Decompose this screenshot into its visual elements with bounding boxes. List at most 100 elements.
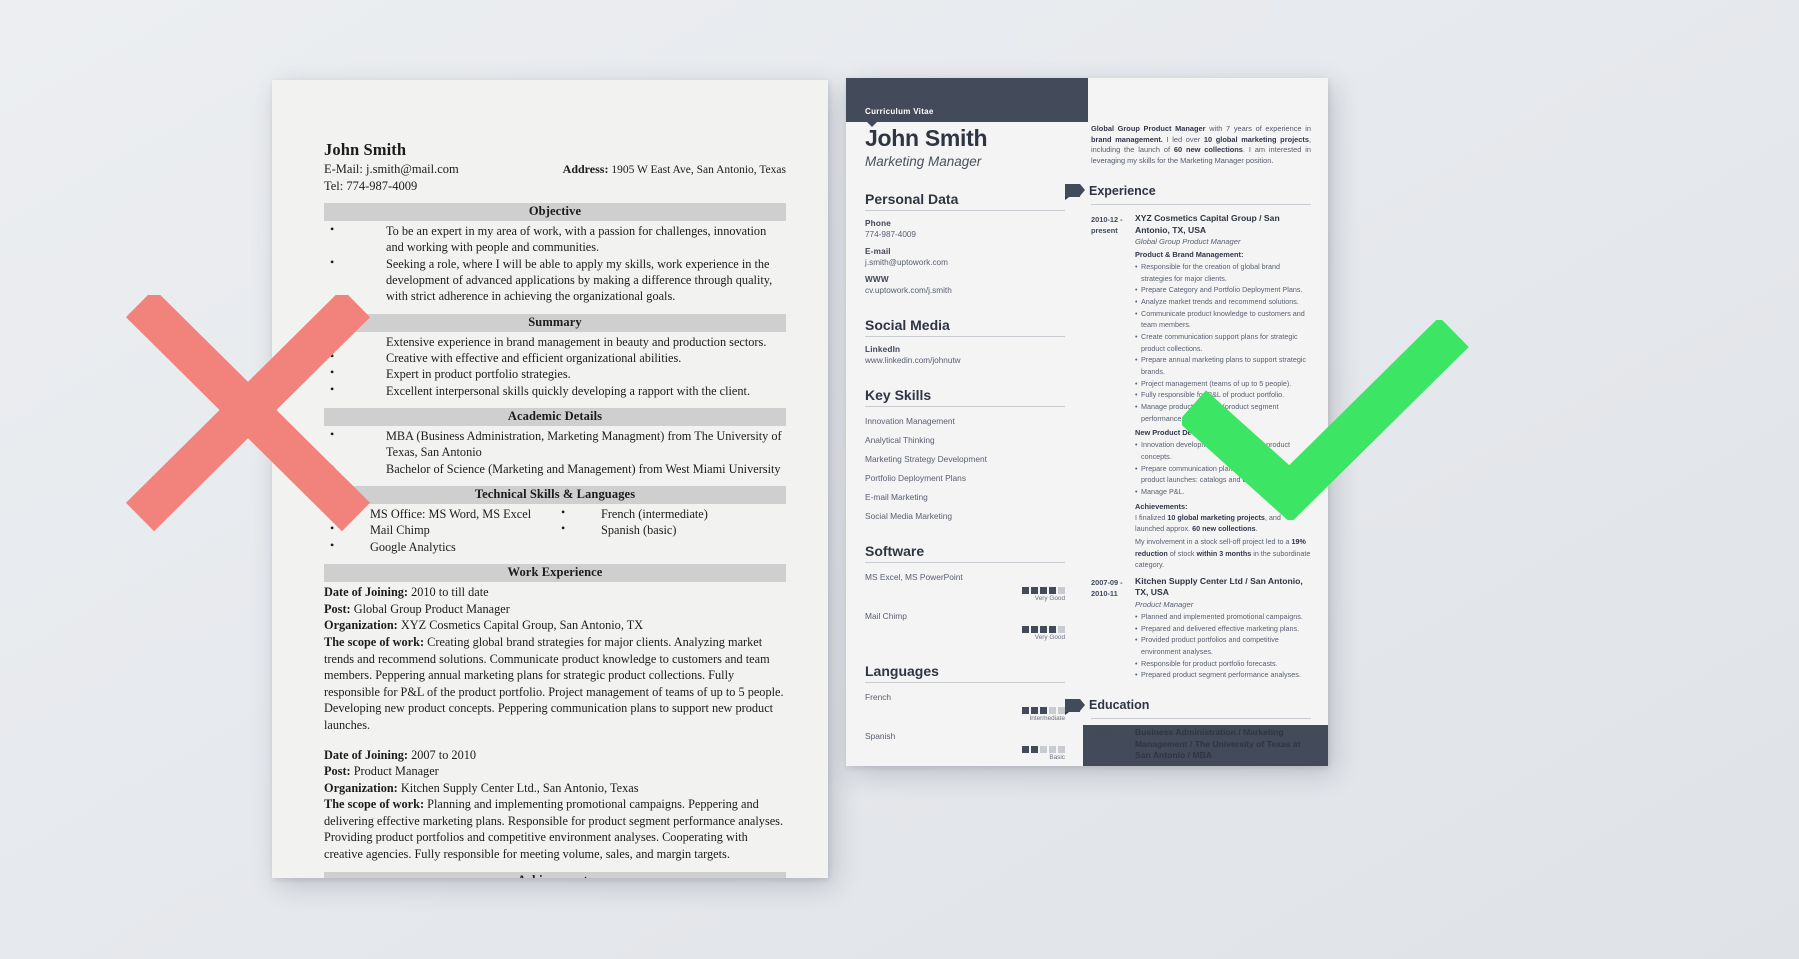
experience-group-heading: Product & Brand Management: [1135,250,1244,260]
list-item: Expert in product portfolio strategies. [324,365,786,382]
email-value: j.smith@uptowork.com [865,258,948,268]
experience-date: 2007-09 - 2010-11 [1091,577,1123,599]
experience-bullets: Innovation development - develop new pro… [1135,439,1311,497]
bad-job0-org-value: XYZ Cosmetics Capital Group, San Antonio… [400,618,644,633]
software-level: Very Good [1034,634,1065,642]
bad-job1-org-value: Kitchen Supply Center Ltd., San Antonio,… [400,780,639,795]
good-resume-page: Curriculum Vitae John Smith Marketing Ma… [846,78,1328,766]
experience-group-heading: Achievements: [1135,501,1188,511]
rating-squares [865,707,1065,715]
education-text: Business Administration / Marketing Mana… [1135,727,1301,761]
list-item: Prepared product segment performance ana… [1135,669,1311,681]
bad-academic-list: MBA (Business Administration, Marketing … [324,427,786,477]
list-item: Manage product portfolio (product segmen… [1135,401,1311,424]
list-item: To be an expert in my area of work, with… [324,222,786,256]
rating-square-filled [1040,626,1047,634]
rating-square-empty [1058,626,1065,634]
list-item: Communicate product knowledge to custome… [1135,308,1311,331]
bad-section-header-achievements: Achievements [324,871,786,878]
bad-tech-left-2: Google Analytics [370,539,456,554]
sidebar-heading-software: Software [865,543,1065,564]
experience-position: Global Group Product Manager [1135,237,1241,247]
rating-square-filled [1031,626,1038,634]
list-item: MBA (Business Administration, Marketing … [324,427,786,461]
bad-section-header-technical: Technical Skills & Languages [324,486,786,505]
bad-job1-org-label: Organization: [324,780,398,795]
bad-resume-address-value: 1905 W East Ave, San Antonio, Texas [611,164,786,176]
education-date: 2005-09 - 2007-05 [1091,729,1123,750]
bad-resume-page: John Smith E-Mail: j.smith@mail.com Tel:… [272,80,828,878]
bad-work-job-0: Date of Joining: 2010 to till date Post:… [324,584,786,733]
language-name: French [865,692,892,703]
list-item: Seeking a role, where I will be able to … [324,255,786,305]
rating-square-empty [1049,746,1056,754]
bad-job0-post-value: Global Group Product Manager [353,601,510,616]
phone-value: 774-987-4009 [865,230,916,240]
key-skill-item: Portfolio Deployment Plans [865,473,967,484]
linkedin-value[interactable]: www.linkedin.com/johnutw [865,356,1065,365]
bad-tech-left-0: MS Office: MS Word, MS Excel [370,507,532,522]
professional-summary: Global Group Product Manager with 7 year… [1091,124,1312,166]
rating-squares [865,587,1065,595]
bad-technical-right-list: French (intermediate) Spanish (basic) [555,505,786,539]
rating-square-filled [1022,707,1029,715]
bad-resume-name: John Smith [324,140,407,159]
bad-job0-date-value: 2010 to till date [411,585,489,600]
rating-square-filled [1031,587,1038,595]
bad-job1-post-value: Product Manager [353,764,439,779]
rating-squares [865,626,1065,634]
education-entry: 2005-09 - 2007-05 Business Administratio… [1091,727,1311,762]
list-item: Spanish (basic) [555,521,786,538]
email-label: E-mail [865,247,891,257]
bad-objective-list: To be an expert in my area of work, with… [324,222,786,305]
experience-company: XYZ Cosmetics Capital Group / San Antoni… [1135,212,1280,235]
list-item: Excellent interpersonal skills quickly d… [324,382,786,399]
bad-summary-bullet-1: Creative with effective and efficient or… [386,351,682,366]
list-item: Planned and implemented promotional camp… [1135,611,1311,623]
list-item: Creative with effective and efficient or… [324,349,786,366]
list-item: Google Analytics [324,538,555,555]
bad-tech-left-1: Mail Chimp [370,523,430,538]
divider [1091,203,1311,205]
list-item: Fully responsible for P&L of product por… [1135,389,1311,401]
achievement-paragraph: My involvement in a stock sell-off proje… [1135,536,1311,570]
experience-position: Product Manager [1135,600,1194,610]
experience-group-heading: New Product Development: [1135,428,1232,438]
bad-tech-right-1: Spanish (basic) [601,523,677,538]
bad-work-job-1: Date of Joining: 2007 to 2010 Post: Prod… [324,747,786,863]
list-item: Responsible for the creation of global b… [1135,261,1311,284]
list-item: Prepared and delivered effective marketi… [1135,623,1311,635]
flag-icon [1065,698,1085,715]
experience-date: 2010-12 - present [1091,214,1123,236]
software-level: Very Good [1034,595,1065,603]
rating-square-filled [1040,707,1047,715]
bad-section-header-summary: Summary [324,313,786,332]
rating-squares [865,746,1065,754]
language-name: Spanish [865,731,896,742]
rating-square-filled [1031,707,1038,715]
good-resume-sidebar: John Smith Marketing Manager Personal Da… [865,125,1065,762]
www-value[interactable]: cv.uptowork.com/j.smith [865,286,1065,295]
bad-job0-scope-label: The scope of work: [324,634,425,649]
cv-label: Curriculum Vitae [865,107,934,116]
section-header-education: Education [1065,698,1311,715]
bad-job1-post-label: Post: [324,764,351,779]
social-media-field: LinkedIn www.linkedin.com/johnutw [865,345,1065,365]
bad-job1-date-value: 2007 to 2010 [411,747,477,762]
list-item: Provided product portfolios and competit… [1135,634,1311,657]
bad-job0-org-label: Organization: [324,618,398,633]
language-rating-item: French Intermediate [865,692,1065,722]
bad-resume-email: E-Mail: j.smith@mail.com [324,162,459,176]
section-title: Experience [1089,183,1156,198]
bad-summary-bullet-3: Excellent interpersonal skills quickly d… [386,383,751,398]
rating-square-filled [1040,587,1047,595]
language-level: Basic [1049,754,1065,762]
bad-technical-columns: MS Office: MS Word, MS Excel Mail Chimp … [324,505,786,555]
key-skill-item: Social Media Marketing [865,511,953,522]
bad-academic-bullet-0: MBA (Business Administration, Marketing … [386,429,782,460]
experience-entry: 2010-12 - present XYZ Cosmetics Capital … [1091,213,1311,571]
rating-square-filled [1049,587,1056,595]
bad-job0-date-label: Date of Joining: [324,585,409,600]
good-resume-main: Global Group Product Manager with 7 year… [1065,124,1312,766]
bad-section-header-work: Work Experience [324,564,786,583]
